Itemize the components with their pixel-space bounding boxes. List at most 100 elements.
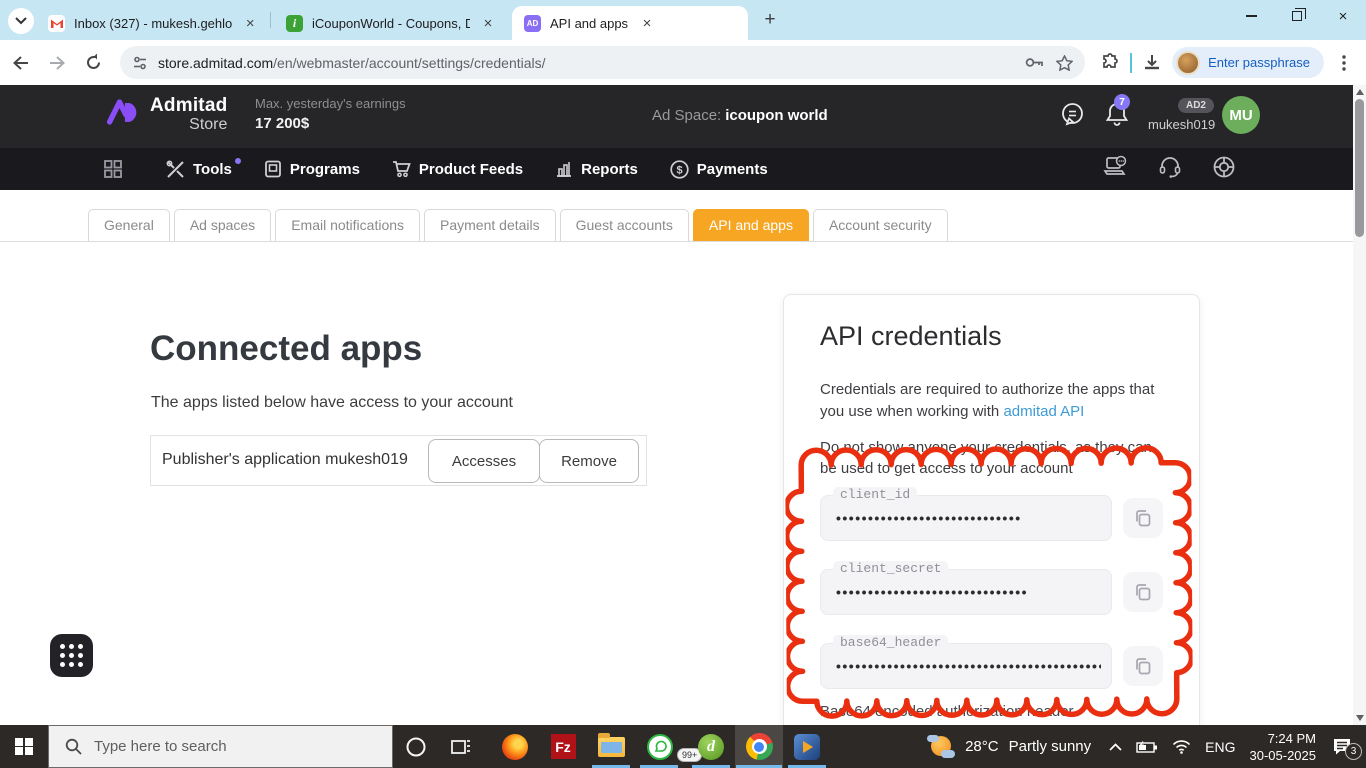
site-header: Admitad Store Max. yesterday's earnings …: [0, 85, 1356, 148]
taskbar-dreamweaver[interactable]: d: [687, 725, 735, 768]
account-block[interactable]: AD2 mukesh019: [1148, 95, 1214, 132]
base64-header-value: ••••••••••••••••••••••••••••••••••••••••…: [836, 658, 1101, 674]
task-view-button[interactable]: [440, 725, 482, 768]
wifi-icon[interactable]: [1172, 740, 1191, 754]
caret-divider: [1130, 53, 1132, 73]
profile-button[interactable]: Enter passphrase: [1172, 47, 1324, 78]
taskbar-media-player[interactable]: [783, 725, 831, 768]
client-id-field[interactable]: client_id •••••••••••••••••••••••••••••: [820, 495, 1112, 541]
tab-gmail[interactable]: Inbox (327) - mukesh.gehlot019 ×: [36, 6, 266, 40]
taskbar-search[interactable]: Type here to search: [48, 725, 393, 768]
tab-api-and-apps[interactable]: AD API and apps ×: [512, 6, 748, 40]
tab-api-and-apps-active[interactable]: API and apps: [693, 209, 809, 241]
app-launcher-button[interactable]: [50, 634, 93, 677]
tab-general[interactable]: General: [88, 209, 170, 241]
dreamweaver-icon: d: [698, 734, 724, 760]
tray-expand-chevron-icon[interactable]: [1109, 743, 1122, 751]
notification-center-button[interactable]: 3: [1332, 737, 1354, 757]
tab-payment-details[interactable]: Payment details: [424, 209, 556, 241]
language-indicator[interactable]: ENG: [1205, 739, 1235, 755]
accesses-button[interactable]: Accesses: [428, 439, 540, 483]
whatsapp-icon: 99+: [647, 734, 673, 760]
avatar[interactable]: MU: [1222, 96, 1260, 134]
taskbar-whatsapp[interactable]: 99+: [635, 725, 685, 768]
close-icon[interactable]: ×: [638, 15, 656, 32]
earnings-label: Max. yesterday's earnings: [255, 96, 406, 111]
page-title: Connected apps: [150, 329, 422, 369]
browser-toolbar: store.admitad.com/en/webmaster/account/s…: [0, 40, 1366, 85]
dashboard-grid-icon[interactable]: [104, 160, 122, 178]
minimize-button[interactable]: [1228, 0, 1274, 32]
extensions-icon[interactable]: [1096, 49, 1124, 77]
notifications-bell-icon[interactable]: 7: [1104, 101, 1130, 134]
tab-account-security[interactable]: Account security: [813, 209, 948, 241]
icouponworld-icon: i: [286, 15, 303, 32]
admitad-api-link[interactable]: admitad API: [1003, 403, 1084, 420]
start-button[interactable]: [0, 725, 48, 768]
notifications-count-badge: 7: [1114, 94, 1130, 110]
base64-header-label: base64_header: [833, 635, 948, 650]
password-key-icon[interactable]: [1025, 57, 1044, 68]
scroll-up-arrow[interactable]: [1356, 89, 1364, 95]
close-icon[interactable]: ×: [480, 15, 496, 32]
downloads-icon[interactable]: [1138, 49, 1166, 77]
copy-icon: [1134, 657, 1152, 675]
chat-icon[interactable]: [1059, 101, 1086, 133]
tab-ad-spaces[interactable]: Ad spaces: [174, 209, 271, 241]
tab-email-notifications[interactable]: Email notifications: [275, 209, 420, 241]
nav-item-product-feeds[interactable]: Product Feeds: [392, 160, 523, 178]
nav-item-payments[interactable]: $ Payments: [670, 160, 768, 179]
scrollbar-thumb[interactable]: [1355, 99, 1364, 237]
adspace-block[interactable]: Ad Space:icoupon world: [652, 107, 828, 124]
new-tab-button[interactable]: +: [758, 8, 782, 32]
page-scrollbar[interactable]: [1353, 85, 1366, 725]
weather-icon[interactable]: [927, 734, 957, 760]
earnings-block: Max. yesterday's earnings 17 200$: [255, 96, 406, 132]
url-text[interactable]: store.admitad.com/en/webmaster/account/s…: [158, 55, 1013, 71]
help-lifebuoy-icon[interactable]: [1212, 155, 1236, 184]
restore-button[interactable]: [1274, 0, 1320, 32]
admitad-logo[interactable]: Admitad Store: [106, 95, 227, 134]
bookmark-star-icon[interactable]: [1056, 55, 1073, 71]
cortana-button[interactable]: [397, 725, 435, 768]
close-window-button[interactable]: ×: [1320, 0, 1366, 32]
tab-icouponworld[interactable]: i iCouponWorld - Coupons, Disc ×: [274, 6, 504, 40]
temperature[interactable]: 28°C: [965, 738, 999, 755]
windows-taskbar: Type here to search Fz 99+ d 28°C Partly…: [0, 725, 1366, 768]
close-icon[interactable]: ×: [242, 15, 258, 32]
nav-item-reports[interactable]: Reports: [555, 160, 638, 178]
tab-search-button[interactable]: [8, 8, 34, 34]
settings-tabs: General Ad spaces Email notifications Pa…: [0, 211, 1356, 242]
browser-menu-icon[interactable]: [1330, 49, 1358, 77]
back-button[interactable]: [6, 48, 36, 78]
copy-client-id-button[interactable]: [1123, 498, 1163, 538]
tab-title: Inbox (327) - mukesh.gehlot019: [74, 16, 232, 31]
taskbar-file-explorer[interactable]: [587, 725, 635, 768]
copy-client-secret-button[interactable]: [1123, 572, 1163, 612]
tab-divider: [270, 12, 271, 28]
battery-icon[interactable]: [1136, 741, 1158, 753]
adspace-value: icoupon world: [725, 107, 828, 124]
webinar-icon[interactable]: [1103, 155, 1128, 183]
system-tray: 28°C Partly sunny ENG 7:24 PM 30-05-2025…: [927, 725, 1366, 768]
taskbar-firefox[interactable]: [491, 725, 539, 768]
nav-item-tools[interactable]: Tools: [166, 160, 232, 179]
search-placeholder: Type here to search: [94, 738, 227, 755]
base64-header-field[interactable]: base64_header ••••••••••••••••••••••••••…: [820, 643, 1112, 689]
nav-item-programs[interactable]: Programs: [264, 160, 360, 178]
firefox-icon: [502, 734, 528, 760]
taskbar-clock[interactable]: 7:24 PM 30-05-2025: [1250, 730, 1317, 764]
address-bar[interactable]: store.admitad.com/en/webmaster/account/s…: [120, 46, 1085, 79]
support-headset-icon[interactable]: [1158, 155, 1182, 184]
tab-guest-accounts[interactable]: Guest accounts: [560, 209, 689, 241]
scroll-down-arrow[interactable]: [1356, 715, 1364, 721]
reload-button[interactable]: [78, 48, 108, 78]
site-settings-icon[interactable]: [132, 55, 148, 71]
client-secret-field[interactable]: client_secret ••••••••••••••••••••••••••…: [820, 569, 1112, 615]
taskbar-chrome[interactable]: [735, 725, 783, 768]
forward-button[interactable]: [42, 48, 72, 78]
copy-base64-header-button[interactable]: [1123, 646, 1163, 686]
taskbar-filezilla[interactable]: Fz: [539, 725, 587, 768]
remove-button[interactable]: Remove: [539, 439, 639, 483]
weather-description[interactable]: Partly sunny: [1009, 738, 1092, 755]
